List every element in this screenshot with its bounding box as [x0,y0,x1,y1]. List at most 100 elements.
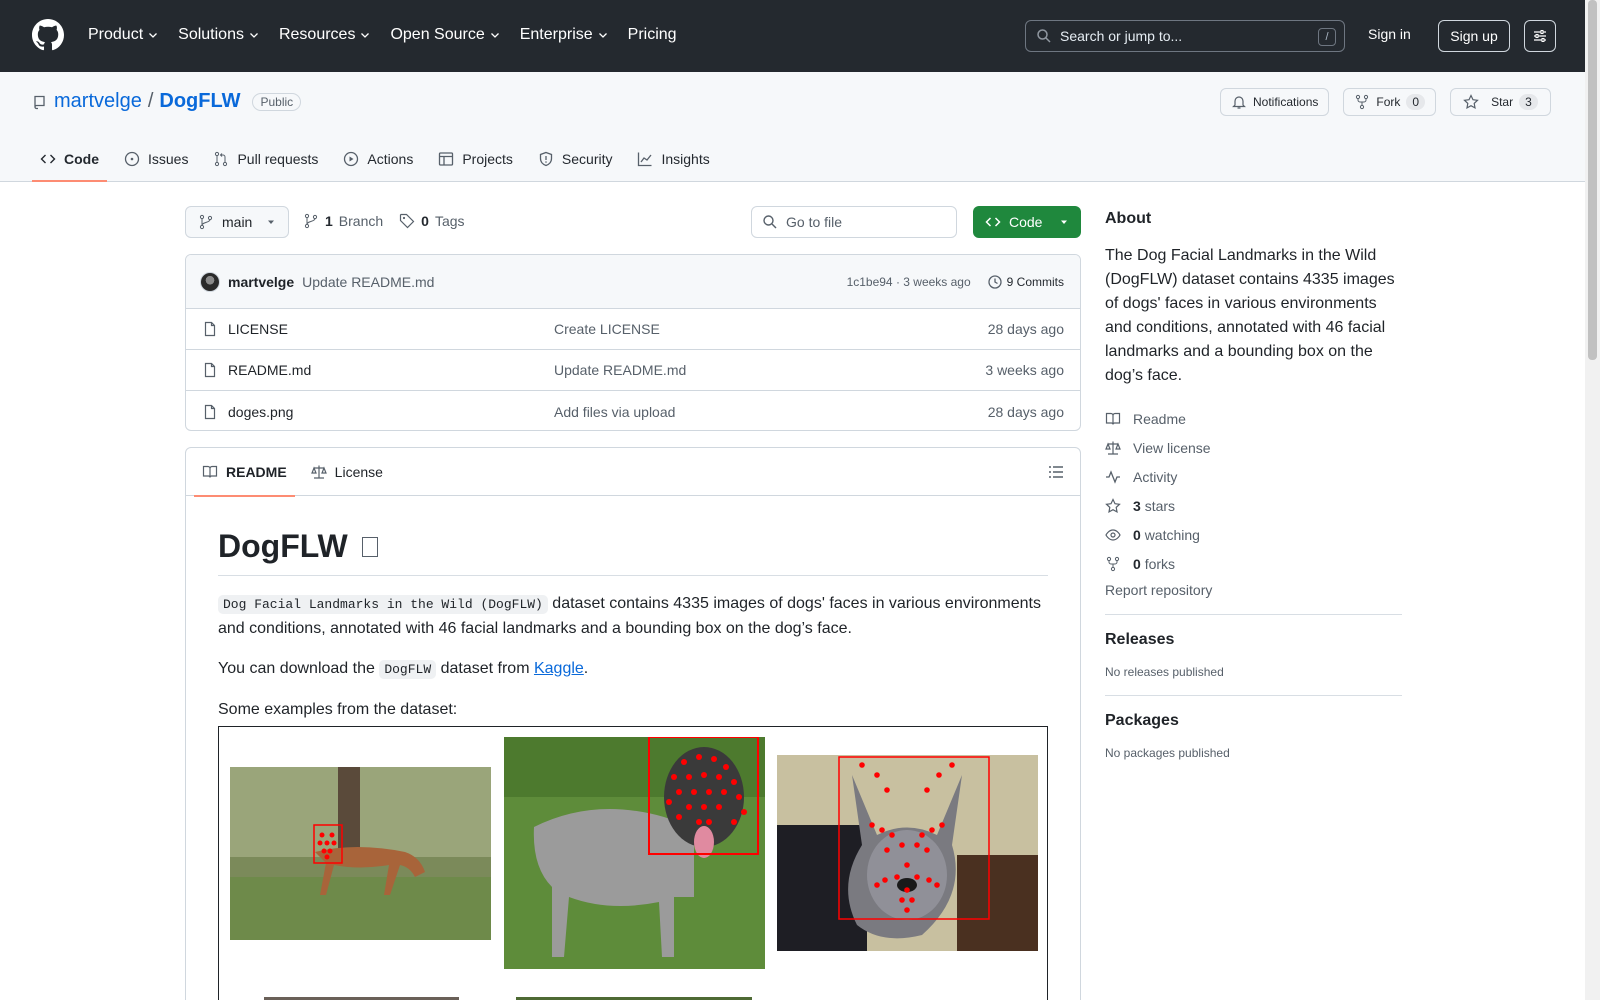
tab-readme[interactable]: README [194,448,295,497]
readme-title: DogFLW [218,528,348,564]
anchor-link-icon[interactable] [361,536,378,557]
file-icon [204,362,216,378]
tab-issues[interactable]: Issues [116,136,196,182]
nav-solutions[interactable]: Solutions [178,24,260,46]
file-commit-message[interactable]: Add files via upload [554,404,988,420]
branch-icon [199,214,213,230]
file-row[interactable]: README.md Update README.md 3 weeks ago [186,350,1080,391]
packages-heading[interactable]: Packages [1105,712,1402,730]
tab-license-label: License [334,463,383,480]
file-name[interactable]: LICENSE [228,321,288,337]
branch-select-button[interactable]: main [185,206,289,238]
watching-link[interactable]: 0 watching [1105,520,1402,549]
file-commit-message[interactable]: Update README.md [554,362,985,378]
star-label: Star [1491,95,1514,109]
go-to-file-input[interactable]: Go to file [751,206,957,238]
tab-insights[interactable]: Insights [629,136,717,182]
global-search-input[interactable]: Search or jump to... / [1025,20,1345,52]
file-name-cell: LICENSE [202,321,554,337]
tab-actions[interactable]: Actions [335,136,421,182]
example-image-3 [777,755,1038,951]
report-repository-link[interactable]: Report repository [1105,582,1402,598]
sliders-icon [1534,30,1546,42]
nav-product[interactable]: Product [88,24,159,46]
chevron-down-icon [149,33,158,38]
commit-author[interactable]: martvelge [228,274,294,290]
repo-owner-link[interactable]: martvelge [54,90,142,113]
menu-button[interactable] [1524,20,1556,52]
inline-code: Dog Facial Landmarks in the Wild (DogFLW… [218,595,548,614]
tags-link[interactable]: 0 Tags [399,213,465,229]
license-link-label: View license [1133,439,1211,456]
file-icon [204,404,216,419]
book-icon [1105,412,1121,425]
repo-name-link[interactable]: DogFLW [159,90,240,113]
search-placeholder: Search or jump to... [1060,28,1183,44]
readme-paragraph-3: Some examples from the dataset: [218,701,458,718]
example-image-2 [504,737,765,969]
caret-down-icon [268,220,274,224]
file-row[interactable]: doges.png Add files via upload 28 days a… [186,391,1080,430]
activity-link[interactable]: Activity [1105,462,1402,491]
nav-pricing[interactable]: Pricing [628,24,677,46]
tag-count: 0 [421,213,429,229]
issue-icon [124,151,140,167]
readme-content: DogFLW Dog Facial Landmarks in the Wild … [186,496,1080,1000]
file-name-cell: README.md [202,362,554,378]
releases-heading[interactable]: Releases [1105,631,1402,649]
nav-enterprise[interactable]: Enterprise [520,24,609,46]
notifications-button[interactable]: Notifications [1220,88,1330,116]
forks-link[interactable]: 0 forks [1105,549,1402,578]
readme-link-label: Readme [1133,410,1186,427]
file-name[interactable]: doges.png [228,404,293,420]
history-icon [988,274,1002,289]
sign-in-link[interactable]: Sign in [1368,26,1411,42]
stars-count: 3 [1133,497,1141,514]
file-name[interactable]: README.md [228,362,311,378]
code-icon [40,154,56,164]
global-header: Product Solutions Resources Open Source … [0,0,1585,72]
list-icon[interactable] [1048,464,1064,480]
graph-icon [638,152,652,167]
tab-projects[interactable]: Projects [430,136,521,182]
scrollbar-thumb[interactable] [1588,0,1597,360]
nav-open-source[interactable]: Open Source [390,24,500,46]
latest-commit: martvelge Update README.md 1c1be94 · 3 w… [186,255,1080,309]
tab-actions-label: Actions [367,151,414,167]
readme-link[interactable]: Readme [1105,404,1402,433]
global-nav: Product Solutions Resources Open Source … [88,24,696,46]
github-logo-icon[interactable] [32,19,64,51]
repo-title: martvelge / DogFLW Public [32,90,302,113]
eye-icon [1105,528,1121,541]
watching-label: watching [1144,526,1200,543]
kaggle-link[interactable]: Kaggle [534,660,584,677]
book-icon [202,465,218,478]
file-row[interactable]: LICENSE Create LICENSE 28 days ago [186,309,1080,350]
nav-pricing-label: Pricing [627,26,677,43]
file-commit-message[interactable]: Create LICENSE [554,321,988,337]
commit-hash-time[interactable]: 1c1be94 · 3 weeks ago [847,275,971,289]
stars-link[interactable]: 3 stars [1105,491,1402,520]
star-button[interactable]: Star 3 [1450,88,1551,116]
packages-empty-text: No packages published [1105,746,1230,760]
about-links: Readme View license Activity 3 stars 0 w… [1105,404,1402,599]
play-icon [344,151,359,167]
tab-code[interactable]: Code [32,136,107,182]
paragraph-text: You can download the [218,660,380,677]
commit-message[interactable]: Update README.md [302,274,434,290]
chevron-down-icon [361,33,370,38]
commits-link[interactable]: 9 Commits [987,274,1064,290]
code-dropdown-button[interactable]: Code [973,206,1081,238]
sign-up-button[interactable]: Sign up [1438,20,1510,52]
tab-security[interactable]: Security [530,136,621,182]
file-icon [204,321,216,337]
license-link[interactable]: View license [1105,433,1402,462]
readme-paragraph-1: Dog Facial Landmarks in the Wild (DogFLW… [218,592,1048,641]
avatar[interactable] [200,271,220,292]
fork-button[interactable]: Fork 0 [1343,88,1437,116]
tab-pull-requests[interactable]: Pull requests [205,136,326,182]
nav-open-source-label: Open Source [390,26,485,43]
branches-link[interactable]: 1 Branch [303,213,383,229]
tab-license[interactable]: License [303,448,391,496]
nav-resources[interactable]: Resources [279,24,371,46]
